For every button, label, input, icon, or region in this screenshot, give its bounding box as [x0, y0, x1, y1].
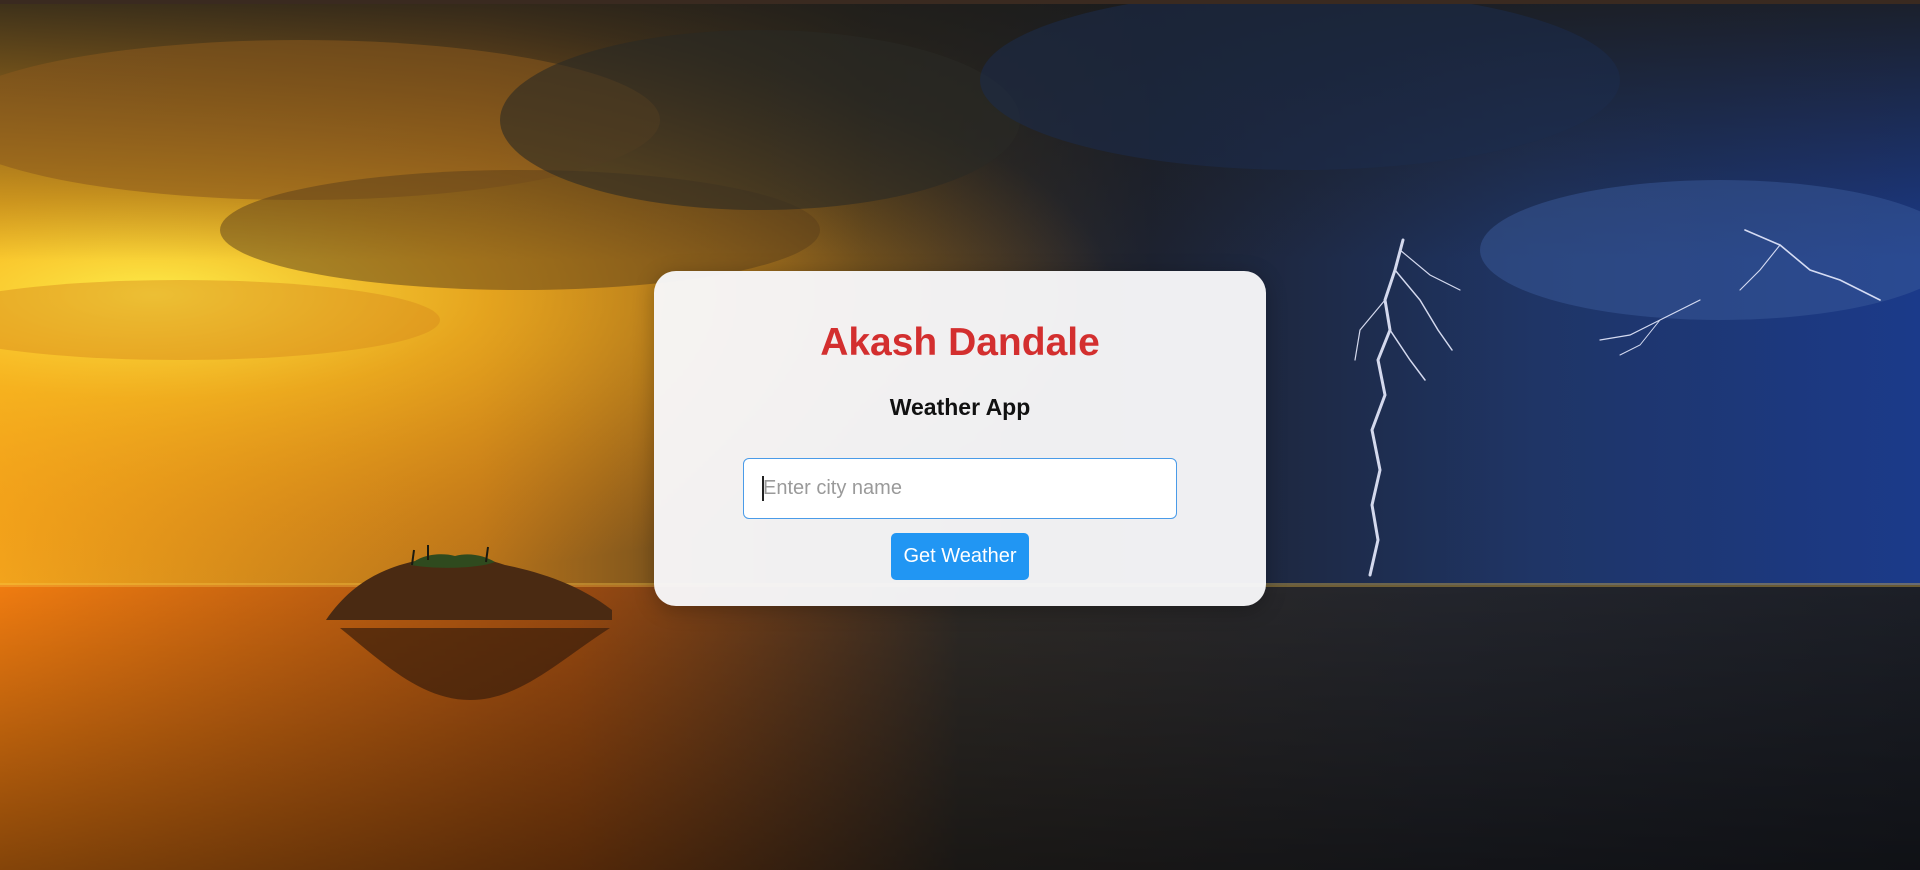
weather-card: Akash Dandale Weather App Get Weather [654, 271, 1266, 606]
top-edge-bar [0, 0, 1920, 4]
get-weather-button[interactable]: Get Weather [891, 533, 1029, 580]
text-caret [762, 476, 764, 501]
app-subtitle: Weather App [889, 394, 1031, 420]
city-name-input[interactable] [743, 458, 1177, 519]
app-author-title: Akash Dandale [820, 321, 1100, 364]
